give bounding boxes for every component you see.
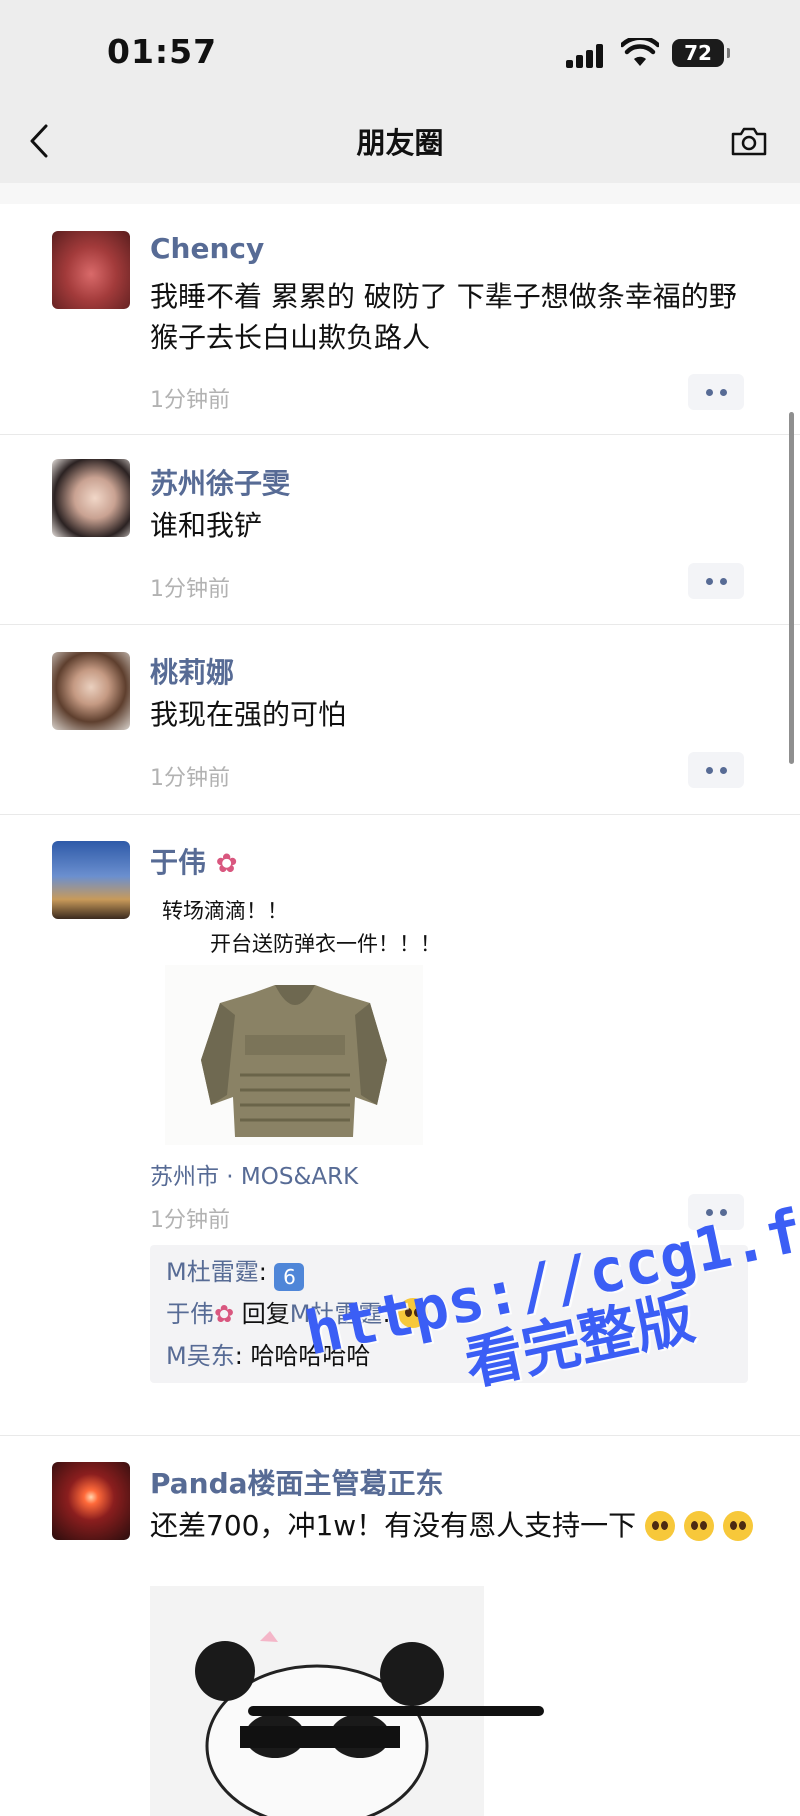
post-text-line-1: 转场滴滴！！ (162, 899, 288, 923)
wifi-icon (621, 38, 659, 66)
commenter-name[interactable]: 于伟 (166, 1300, 214, 1328)
post-item: Panda楼面主管葛正东 还差700，冲1w！有没有恩人支持一下 (0, 1436, 800, 1816)
top-bar: 01:57 72 朋友圈 (0, 0, 800, 183)
post-image-panda-meme[interactable] (150, 1586, 484, 1816)
post-author[interactable]: 苏州徐子雯 (150, 462, 290, 502)
battery-indicator: 72 (672, 39, 730, 67)
more-actions-button[interactable] (688, 374, 744, 410)
avatar[interactable] (52, 841, 130, 919)
comment-content: 6 (274, 1263, 305, 1291)
avatar[interactable] (52, 652, 130, 730)
commenter-name[interactable]: M吴东 (166, 1342, 235, 1370)
status-time: 01:57 (107, 32, 218, 71)
post-author[interactable]: 桃莉娜 (150, 651, 234, 691)
flower-icon: ✿ (214, 1300, 235, 1328)
comment-separator: : (234, 1342, 251, 1370)
post-item: 苏州徐子雯 谁和我铲 1分钟前 (0, 435, 800, 625)
post-text: 谁和我铲 (150, 509, 263, 542)
home-indicator[interactable] (248, 1706, 544, 1716)
avatar[interactable] (52, 1462, 130, 1540)
post-time: 1分钟前 (150, 388, 230, 413)
more-actions-button[interactable] (688, 752, 744, 788)
post-text: 我现在强的可怕 (150, 698, 347, 731)
post-item: 桃莉娜 我现在强的可怕 1分钟前 (0, 625, 800, 815)
avatar[interactable] (52, 231, 130, 309)
post-author[interactable]: Chency (150, 232, 264, 265)
post-time: 1分钟前 (150, 766, 230, 791)
post-author[interactable]: Panda楼面主管葛正东 (150, 1462, 444, 1502)
cellular-signal-icon (566, 42, 608, 68)
post-text-content: 还差700，冲1w！有没有恩人支持一下 (150, 1509, 637, 1542)
comment-separator: : (258, 1258, 275, 1286)
scrollbar[interactable] (789, 412, 794, 764)
post-text: 还差700，冲1w！有没有恩人支持一下 (150, 1505, 760, 1546)
post-time: 1分钟前 (150, 577, 230, 602)
pleading-emoji-icon (722, 1511, 753, 1541)
commenter-name[interactable]: M杜雷霆 (166, 1258, 259, 1286)
reply-word: 回复 (234, 1300, 290, 1328)
post-text: 我睡不着 累累的 破防了 下辈子想做条幸福的野猴子去长白山欺负路人 (150, 280, 737, 354)
post-author-name: 于伟 (150, 846, 207, 879)
flower-icon: ✿ (215, 849, 238, 879)
post-text-line-2: 开台送防弹衣一件！！！ (210, 932, 441, 956)
page-title: 朋友圈 (356, 126, 444, 160)
pleading-emoji-icon (645, 1511, 676, 1541)
pleading-emoji-icon (683, 1511, 714, 1541)
camera-icon[interactable] (730, 125, 768, 157)
more-actions-button[interactable] (688, 563, 744, 599)
post-author[interactable]: 于伟 ✿ (150, 841, 238, 881)
post-time: 1分钟前 (150, 1208, 230, 1233)
avatar[interactable] (52, 459, 130, 537)
post-image-vest[interactable] (165, 965, 423, 1145)
post-location[interactable]: 苏州市 · MOS&ARK (150, 1157, 358, 1191)
post-item: Chency 我睡不着 累累的 破防了 下辈子想做条幸福的野猴子去长白山欺负路人… (0, 204, 800, 435)
feed-gap (0, 183, 800, 204)
moments-feed: Chency 我睡不着 累累的 破防了 下辈子想做条幸福的野猴子去长白山欺负路人… (0, 183, 800, 1816)
battery-level: 72 (684, 41, 712, 65)
